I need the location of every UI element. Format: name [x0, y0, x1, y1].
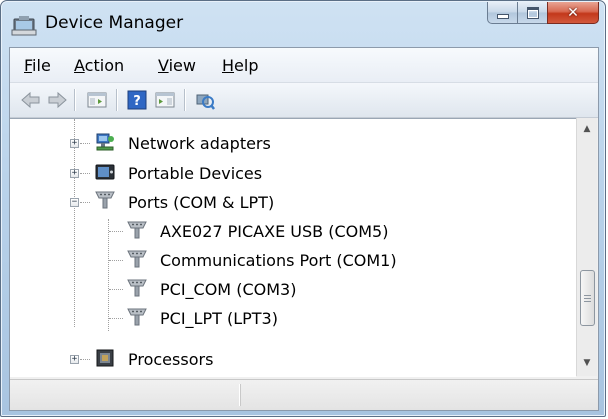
menu-action-accel: A	[74, 56, 85, 75]
tree-node-label: AXE027 PICAXE USB (COM5)	[160, 221, 389, 241]
toolbar-separator	[116, 89, 117, 111]
maximize-button[interactable]	[517, 2, 547, 24]
scrollbar-thumb[interactable]	[580, 270, 595, 326]
properties-icon[interactable]	[154, 89, 176, 111]
status-bar-divider	[240, 384, 241, 406]
device-manager-app-icon	[11, 16, 37, 36]
tree-node-axe027[interactable]: AXE027 PICAXE USB (COM5)	[160, 217, 388, 245]
port-connector-icon	[127, 279, 147, 297]
tree-node-label: Portable Devices	[128, 163, 263, 183]
tree-node-communications-port[interactable]: Communications Port (COM1)	[160, 246, 397, 274]
status-bar	[10, 379, 598, 410]
menu-view-label: iew	[168, 56, 196, 75]
tree-guide-line	[109, 260, 123, 261]
toolbar-separator	[184, 89, 185, 111]
menu-file-accel: F	[24, 56, 33, 75]
forward-arrow-icon[interactable]	[46, 89, 68, 111]
caption-buttons: ✕	[487, 2, 599, 24]
port-connector-icon	[127, 221, 147, 239]
menu-file[interactable]: File	[24, 56, 51, 75]
tree-node-label: PCI_LPT (LPT3)	[160, 308, 278, 328]
tree-guide-line	[109, 289, 123, 290]
device-tree[interactable]: + Network adapters + Portable Devices − …	[10, 118, 576, 377]
port-connector-icon	[127, 250, 147, 268]
tree-guide-line	[80, 202, 90, 203]
tree-node-ports[interactable]: Ports (COM & LPT)	[128, 188, 274, 216]
scroll-up-arrow-icon[interactable]: ▲	[577, 120, 597, 138]
device-manager-window: Device Manager ✕ File Action View Help ?…	[0, 0, 606, 417]
tree-node-label: PCI_COM (COM3)	[160, 279, 297, 299]
toolbar-separator	[74, 89, 75, 111]
tree-node-processors[interactable]: Processors	[128, 345, 213, 373]
scrollbar-grip	[584, 295, 591, 296]
menu-bar: File Action View Help	[10, 48, 598, 83]
toolbar: ?	[10, 83, 598, 118]
maximize-icon	[526, 6, 539, 19]
menu-help[interactable]: Help	[222, 56, 258, 75]
scroll-down-arrow-icon[interactable]: ▼	[577, 354, 597, 372]
port-connector-icon	[127, 308, 147, 326]
menu-file-label: ile	[32, 56, 51, 75]
tree-guide-line	[80, 173, 90, 174]
expand-toggle-portable-devices[interactable]: +	[70, 169, 79, 178]
tree-guide-line	[80, 359, 90, 360]
help-icon[interactable]: ?	[126, 89, 148, 111]
svg-text:?: ?	[133, 94, 141, 109]
scrollbar-grip	[584, 301, 591, 302]
back-arrow-icon[interactable]	[20, 89, 42, 111]
tree-node-portable-devices[interactable]: Portable Devices	[128, 159, 262, 187]
tree-guide-line	[109, 231, 123, 232]
tree-node-label: Ports (COM & LPT)	[128, 192, 275, 212]
network-adapter-icon	[96, 133, 114, 151]
close-button[interactable]: ✕	[547, 2, 599, 24]
tree-guide-line	[109, 318, 123, 319]
tree-guide-line	[80, 143, 90, 144]
tree-node-label: Communications Port (COM1)	[160, 250, 397, 270]
client-area: File Action View Help ? + Network adapte…	[9, 47, 599, 411]
scrollbar-grip	[584, 298, 591, 299]
tree-guide-line	[74, 119, 75, 327]
processor-chip-icon	[96, 349, 114, 367]
minimize-button[interactable]	[487, 2, 517, 24]
collapse-toggle-ports[interactable]: −	[70, 198, 79, 207]
tree-node-pci-lpt[interactable]: PCI_LPT (LPT3)	[160, 304, 278, 332]
tree-node-network-adapters[interactable]: Network adapters	[128, 129, 271, 157]
menu-view-accel: V	[158, 56, 169, 75]
port-connector-icon	[95, 191, 115, 209]
expand-toggle-network-adapters[interactable]: +	[70, 139, 79, 148]
title-bar[interactable]: Device Manager ✕	[1, 1, 605, 45]
expand-toggle-processors[interactable]: +	[70, 355, 79, 364]
menu-help-label: elp	[234, 56, 259, 75]
menu-action[interactable]: Action	[74, 56, 124, 75]
tree-node-label: Network adapters	[128, 133, 271, 153]
window-title: Device Manager	[45, 13, 184, 33]
scan-hardware-icon[interactable]	[194, 89, 216, 111]
menu-action-label: ction	[84, 56, 125, 75]
tree-node-label: Processors	[128, 349, 214, 369]
tree-node-pci-com[interactable]: PCI_COM (COM3)	[160, 275, 296, 303]
vertical-scrollbar[interactable]: ▲ ▼	[576, 118, 597, 376]
menu-help-accel: H	[222, 56, 235, 75]
portable-device-icon	[95, 164, 115, 180]
show-hide-tree-icon[interactable]	[86, 89, 108, 111]
menu-view[interactable]: View	[158, 56, 196, 75]
close-icon: ✕	[567, 4, 579, 21]
tree-guide-line	[108, 219, 109, 331]
minimize-icon	[496, 14, 509, 19]
